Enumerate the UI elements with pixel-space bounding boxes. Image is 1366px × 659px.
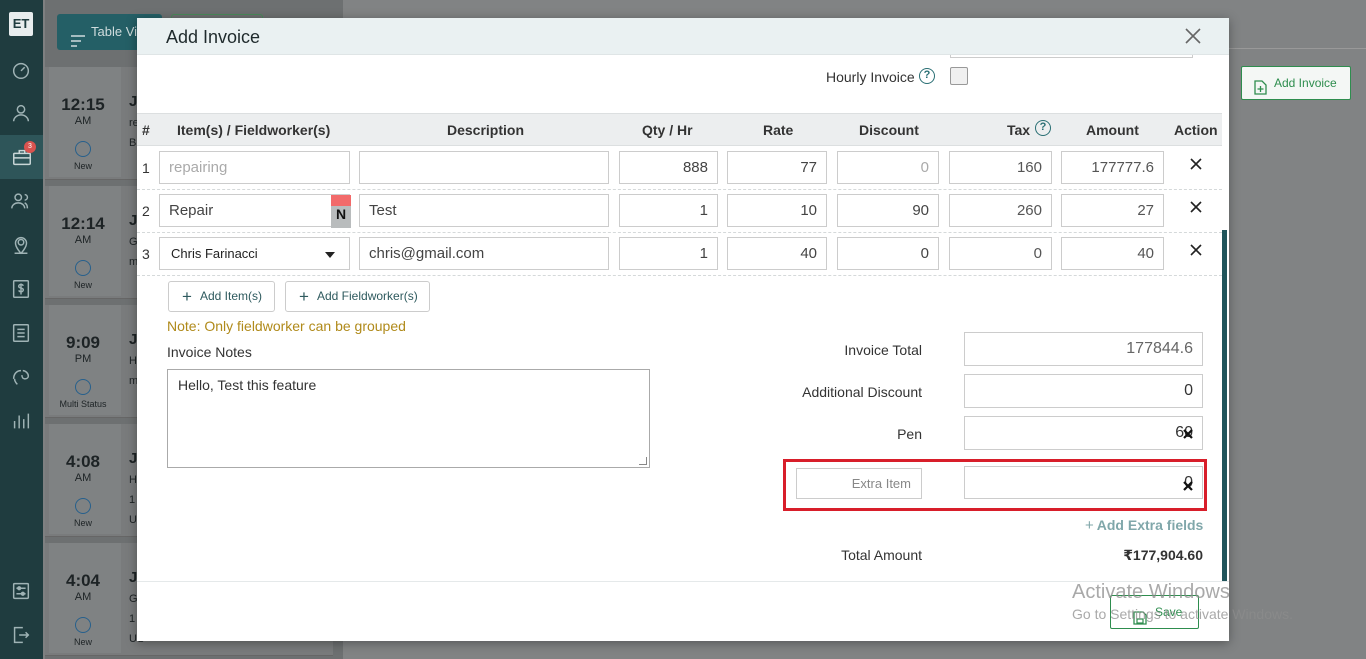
windows-activation-hint: Go to Settings to activate Windows. <box>1072 606 1293 622</box>
plus-icon: + <box>299 287 309 306</box>
partial-input[interactable] <box>950 55 1193 58</box>
table-row: 2 Repair N Test 1 10 90 260 27 <box>137 190 1222 233</box>
delete-row-icon[interactable] <box>1188 242 1204 258</box>
item-input[interactable]: repairing <box>159 151 350 184</box>
amount-input[interactable]: 177777.6 <box>1061 151 1164 184</box>
qty-input[interactable]: 1 <box>619 194 718 227</box>
notification-badge: 3 <box>24 141 36 153</box>
status-circle-icon <box>75 141 91 157</box>
tax-help-icon[interactable]: ? <box>1035 120 1051 136</box>
fieldworker-select[interactable]: Chris Farinacci <box>159 237 350 270</box>
qty-input[interactable]: 1 <box>619 237 718 270</box>
location-icon[interactable] <box>8 232 34 258</box>
settings-icon[interactable] <box>8 578 34 604</box>
modal-scrollbar[interactable] <box>1222 230 1227 582</box>
plus-icon: + <box>182 287 192 306</box>
tax-input[interactable]: 0 <box>949 237 1052 270</box>
status-circle-icon <box>75 617 91 633</box>
modal-title: Add Invoice <box>166 27 261 47</box>
close-icon[interactable] <box>1183 26 1203 46</box>
pen-label: Pen <box>897 426 922 442</box>
discount-input[interactable]: 0 <box>837 151 939 184</box>
pen-input[interactable]: 60 <box>964 416 1203 450</box>
qty-input[interactable]: 888 <box>619 151 718 184</box>
plus-icon: + <box>1085 517 1094 534</box>
amount-input[interactable]: 27 <box>1061 194 1164 227</box>
modal-body: Hourly Invoice ? # Item(s) / Fieldworker… <box>137 55 1229 582</box>
delete-row-icon[interactable] <box>1188 199 1204 215</box>
remove-extra-item-icon[interactable] <box>1183 478 1193 494</box>
invoice-total-input: 177844.6 <box>964 332 1203 366</box>
left-nav: ET 3 <box>0 0 43 659</box>
add-items-button[interactable]: + Add Item(s) <box>168 281 275 312</box>
items-table-header: # Item(s) / Fieldworker(s) Description Q… <box>137 113 1222 146</box>
help-icon[interactable]: ? <box>919 68 935 84</box>
briefcase-icon[interactable]: 3 <box>0 135 43 179</box>
discount-input[interactable]: 90 <box>837 194 939 227</box>
app-logo: ET <box>9 12 33 36</box>
additional-discount-label: Additional Discount <box>802 384 922 400</box>
logout-icon[interactable] <box>8 622 34 648</box>
additional-discount-input[interactable]: 0 <box>964 374 1203 408</box>
table-row: 3 Chris Farinacci chris@gmail.com 1 40 0… <box>137 233 1222 276</box>
user-icon[interactable] <box>8 100 34 126</box>
add-invoice-modal: Add Invoice Hourly Invoice ? # Item(s) /… <box>137 18 1229 641</box>
caret-down-icon <box>325 252 335 258</box>
rate-input[interactable]: 77 <box>727 151 827 184</box>
list-icon <box>71 25 85 61</box>
windows-activation-watermark: Activate Windows <box>1072 581 1230 603</box>
amount-input[interactable]: 40 <box>1061 237 1164 270</box>
invoice-notes-label: Invoice Notes <box>167 344 252 360</box>
file-plus-icon <box>1254 75 1267 107</box>
hourly-invoice-label: Hourly Invoice <box>826 69 915 85</box>
users-icon[interactable] <box>8 188 34 214</box>
multi-status-icon <box>75 379 91 395</box>
total-amount-value: ₹177,904.60 <box>1123 547 1203 563</box>
chart-icon[interactable] <box>8 408 34 434</box>
status-circle-icon <box>75 498 91 514</box>
description-input[interactable]: chris@gmail.com <box>359 237 609 270</box>
tax-input[interactable]: 160 <box>949 151 1052 184</box>
extra-item-label-input[interactable]: Extra Item <box>796 468 922 499</box>
description-input[interactable]: Test <box>359 194 609 227</box>
add-extra-fields-link[interactable]: + Add Extra fields <box>1085 517 1203 534</box>
list-icon[interactable] <box>8 320 34 346</box>
tag-icon[interactable] <box>8 364 34 390</box>
new-item-badge: N <box>331 195 351 228</box>
dashboard-icon[interactable] <box>8 57 34 83</box>
total-amount-label: Total Amount <box>841 547 922 563</box>
resize-handle[interactable] <box>639 457 647 465</box>
add-invoice-button[interactable]: Add Invoice <box>1241 66 1351 100</box>
item-input[interactable]: Repair <box>159 194 350 227</box>
dollar-icon[interactable] <box>8 276 34 302</box>
tax-input[interactable]: 260 <box>949 194 1052 227</box>
invoice-notes-textarea[interactable]: Hello, Test this feature <box>167 369 650 468</box>
description-input[interactable] <box>359 151 609 184</box>
status-circle-icon <box>75 260 91 276</box>
add-fieldworker-button[interactable]: + Add Fieldworker(s) <box>285 281 430 312</box>
modal-header: Add Invoice <box>137 18 1229 55</box>
extra-item-value-input[interactable]: 0 <box>964 466 1203 499</box>
delete-row-icon[interactable] <box>1188 156 1204 172</box>
rate-input[interactable]: 40 <box>727 237 827 270</box>
table-row: 1 repairing 888 77 0 160 177777.6 <box>137 147 1222 190</box>
hourly-invoice-checkbox[interactable] <box>950 67 968 85</box>
grouping-note: Note: Only fieldworker can be grouped <box>167 318 406 334</box>
modal-footer <box>137 581 1229 641</box>
discount-input[interactable]: 0 <box>837 237 939 270</box>
invoice-total-label: Invoice Total <box>844 342 922 358</box>
remove-pen-icon[interactable] <box>1183 426 1193 442</box>
rate-input[interactable]: 10 <box>727 194 827 227</box>
